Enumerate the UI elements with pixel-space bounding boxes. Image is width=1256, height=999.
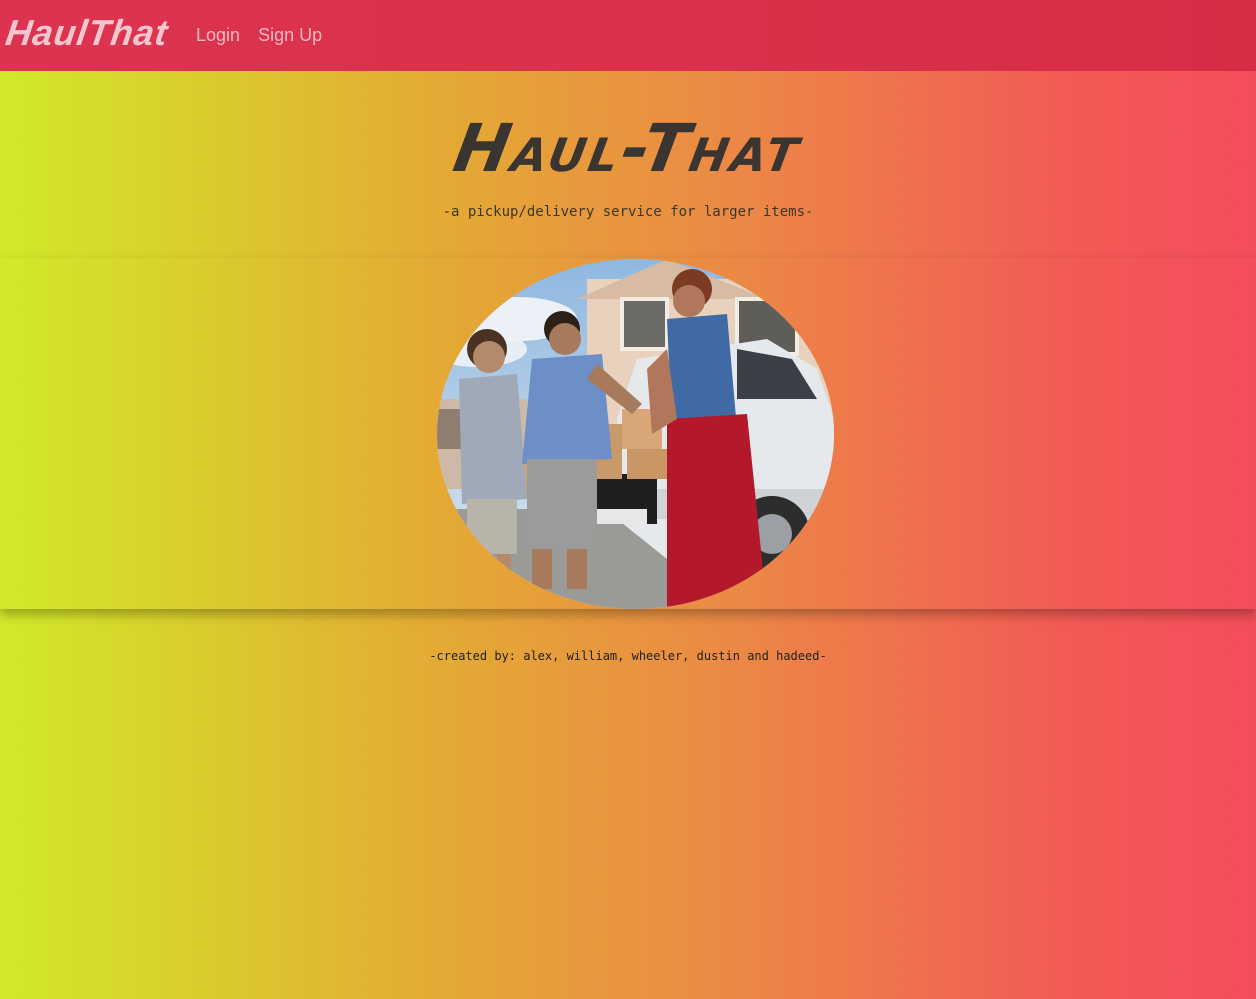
hero-header: Haul-That -a pickup/delivery service for…	[0, 71, 1256, 257]
navbar: HaulThat Login Sign Up	[0, 0, 1256, 71]
hero-photo	[437, 259, 834, 609]
family-loading-truck-illustration	[437, 259, 834, 609]
login-link[interactable]: Login	[196, 25, 240, 46]
hero-tagline: -a pickup/delivery service for larger it…	[442, 204, 814, 220]
hero-title: Haul-That	[448, 110, 808, 187]
brand-logo-link[interactable]: HaulThat	[3, 12, 171, 54]
credits-text: -created by: alex, william, wheeler, dus…	[429, 649, 827, 663]
sign-up-link[interactable]: Sign Up	[258, 25, 322, 46]
nav-links: Login Sign Up	[196, 25, 340, 46]
hero-image-band	[0, 257, 1256, 609]
